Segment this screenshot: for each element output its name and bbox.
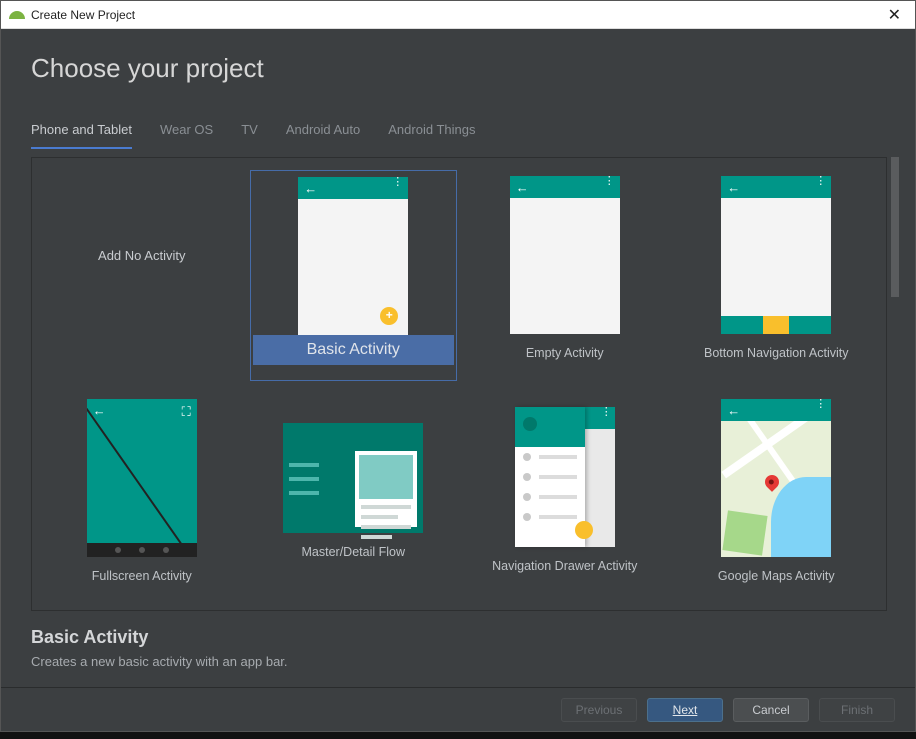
tab-android-auto[interactable]: Android Auto (286, 122, 360, 149)
template-thumb: ⋮ (515, 407, 615, 547)
template-label: Empty Activity (526, 346, 604, 360)
template-thumb: ← ⛶ (87, 399, 197, 557)
templates-grid: Add No Activity ← ⋮ Basic Activity (38, 170, 880, 598)
template-thumb: Add No Activity (87, 176, 197, 334)
description-panel: Basic Activity Creates a new basic activ… (1, 611, 915, 687)
scrollbar[interactable] (889, 157, 901, 611)
back-arrow-icon: ← (304, 181, 317, 196)
appbar-preview: ← ⋮ (721, 176, 831, 198)
bottom-nav-preview (721, 316, 831, 334)
template-label: Google Maps Activity (718, 569, 835, 583)
appbar-preview: ← ⋮ (298, 177, 408, 199)
content-panel: Choose your project Phone and Tablet Wea… (1, 29, 915, 731)
bottom-nav-selected (763, 316, 789, 334)
template-thumb (283, 423, 423, 533)
overflow-icon: ⋮ (392, 180, 403, 185)
tab-phone-tablet[interactable]: Phone and Tablet (31, 122, 132, 149)
template-thumb: ← ⋮ (298, 177, 408, 335)
template-empty-activity[interactable]: ← ⋮ Empty Activity (461, 170, 669, 381)
template-thumb: ← ⋮ (721, 399, 831, 557)
tab-tv[interactable]: TV (241, 122, 258, 149)
close-icon[interactable]: ✕ (882, 5, 907, 25)
overflow-icon: ⋮ (604, 179, 615, 184)
dialog-window: Create New Project ✕ Choose your project… (0, 0, 916, 732)
back-arrow-icon: ← (727, 180, 740, 195)
description-text: Creates a new basic activity with an app… (31, 654, 885, 669)
template-label: Basic Activity (253, 335, 455, 365)
template-bottom-navigation[interactable]: ← ⋮ Bottom Navigation Activity (673, 170, 881, 381)
template-thumb: ← ⋮ (510, 176, 620, 334)
avatar-icon (523, 417, 537, 431)
finish-button: Finish (819, 698, 895, 722)
overflow-icon: ⋮ (815, 179, 826, 184)
templates-scroll: Add No Activity ← ⋮ Basic Activity (31, 157, 887, 611)
back-arrow-icon: ← (516, 180, 529, 195)
fab-icon (575, 521, 593, 539)
description-title: Basic Activity (31, 627, 885, 648)
tab-bar: Phone and Tablet Wear OS TV Android Auto… (1, 122, 915, 149)
back-arrow-icon: ← (727, 403, 740, 418)
template-fullscreen-activity[interactable]: ← ⛶ Fullscreen Activity (38, 393, 246, 598)
no-activity-label: Add No Activity (98, 248, 185, 263)
templates-area: Add No Activity ← ⋮ Basic Activity (31, 157, 901, 611)
template-label: Bottom Navigation Activity (704, 346, 849, 360)
template-navigation-drawer[interactable]: ⋮ (461, 393, 669, 598)
system-nav-preview (87, 543, 197, 557)
map-pin-icon (765, 475, 779, 489)
appbar-preview: ← ⋮ (510, 176, 620, 198)
previous-button: Previous (561, 698, 637, 722)
window-title: Create New Project (31, 8, 135, 22)
android-icon (9, 9, 25, 21)
back-arrow-icon: ← (93, 403, 106, 418)
template-basic-activity[interactable]: ← ⋮ Basic Activity (250, 170, 458, 381)
diagonal-line (87, 399, 197, 543)
page-title: Choose your project (31, 53, 885, 84)
template-master-detail[interactable]: Master/Detail Flow (250, 393, 458, 598)
fab-icon (380, 307, 398, 325)
template-google-maps[interactable]: ← ⋮ Google Maps Activity (673, 393, 881, 598)
appbar-preview: ← ⋮ (721, 399, 831, 421)
expand-icon: ⛶ (182, 404, 191, 420)
header: Choose your project (1, 29, 915, 94)
masterdetail-preview (283, 423, 423, 533)
template-label: Master/Detail Flow (302, 545, 406, 559)
template-add-no-activity[interactable]: Add No Activity (38, 170, 246, 381)
button-bar: Previous Next Cancel Finish (1, 687, 915, 731)
map-preview (721, 421, 831, 557)
next-button[interactable]: Next (647, 698, 723, 722)
cancel-button[interactable]: Cancel (733, 698, 809, 722)
tab-wear-os[interactable]: Wear OS (160, 122, 213, 149)
scrollbar-thumb[interactable] (891, 157, 899, 297)
drawer-panel (515, 407, 585, 547)
template-thumb: ← ⋮ (721, 176, 831, 334)
title-bar: Create New Project ✕ (1, 1, 915, 29)
overflow-icon: ⋮ (815, 402, 826, 407)
overflow-icon: ⋮ (601, 410, 612, 415)
template-label: Navigation Drawer Activity (492, 559, 637, 573)
template-label: Fullscreen Activity (92, 569, 192, 583)
tab-android-things[interactable]: Android Things (388, 122, 475, 149)
